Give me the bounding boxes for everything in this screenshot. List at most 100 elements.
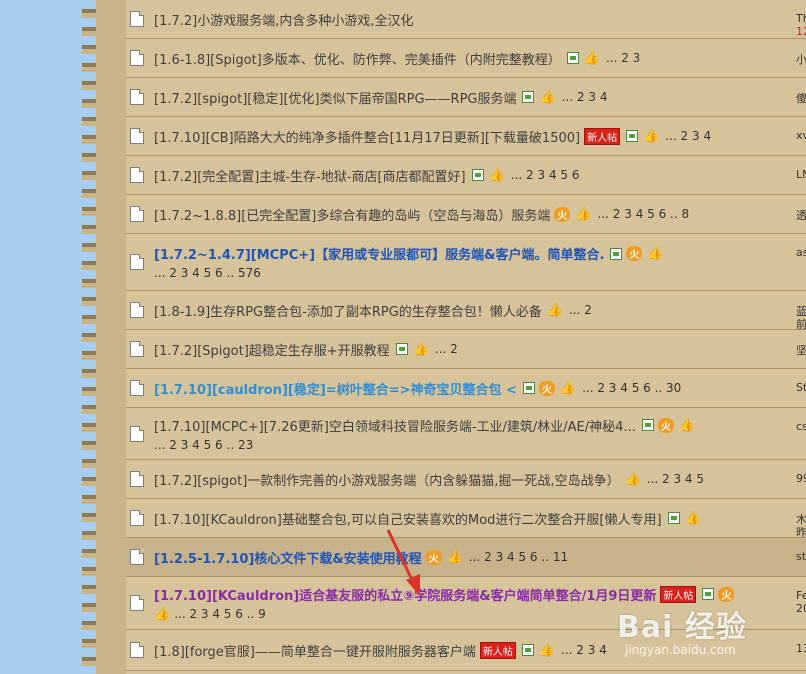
thread-title-link[interactable]: [1.7.10][KCauldron]基础整合包,可以自己安装喜欢的Mod进行二… (154, 509, 662, 528)
thread-title-link[interactable]: [1.8-1.9]生存RPG整合包-添加了副本RPG的生存整合包！懒人必备 (154, 301, 542, 320)
thread-title-link[interactable]: [1.7.2~1.8.8][已完全配置]多综合有趣的岛屿（空岛与海岛）服务端 (154, 205, 550, 224)
thread-document-icon (130, 425, 144, 442)
thread-content: [1.2.5-1.7.10]核心文件下载&安装使用教程火 👍 ... 2 3 4 5… (154, 548, 806, 567)
page-links[interactable]: ... 2 3 4 5 6 .. 30 (582, 381, 681, 395)
thread-title-link[interactable]: [1.7.2][spigot]一款制作完善的小游戏服务端（内含躲猫猫,掘一死战,… (154, 470, 620, 489)
thread-title-link[interactable]: [1.7.10][CB]陌路大大的纯净多插件整合[11月17日更新][下载量破1… (154, 127, 580, 146)
thread-content: [1.7.10][CB]陌路大大的纯净多插件整合[11月17日更新][下载量破1… (154, 127, 806, 146)
thread-line: [1.7.10][MCPC+][7.26更新]空白领域科技冒险服务端-工业/建筑… (154, 416, 806, 435)
page-links[interactable]: ... 2 3 4 (562, 90, 608, 104)
page-links-text[interactable]: ... 2 3 4 5 6 .. 9 (174, 607, 266, 621)
page-links[interactable]: ... 2 3 4 5 6 .. 576 (154, 266, 806, 280)
thread-title-link[interactable]: [1.7.10][MCPC+][7.26更新]空白领域科技冒险服务端-工业/建筑… (154, 416, 636, 435)
author-column: Th12小傻xvLN透as蓝前坚Stcs99木昨stFe2013 (796, 0, 806, 674)
page-links[interactable]: ... 2 3 4 5 6 .. 23 (154, 438, 806, 452)
post-date: 20 (796, 602, 806, 615)
thread-document-icon (130, 167, 144, 183)
post-date: 12 (796, 25, 806, 38)
page-links[interactable]: 👍... 2 3 4 5 6 .. 9 (154, 607, 806, 622)
thread-row[interactable]: [1.7.2]小游戏服务端,内含多种小游戏,全汉化 (126, 0, 806, 39)
author-name[interactable]: st (796, 550, 806, 563)
author-name[interactable]: 小 (796, 51, 806, 67)
thread-line: [1.7.2][Spigot]超稳定生存服+开服教程 👍 ... 2 (154, 340, 806, 359)
page-links[interactable]: ... 2 3 4 (665, 129, 711, 143)
thread-title-link[interactable]: [1.6-1.8][Spigot]多版本、优化、防作弊、完美插件（内附完整教程） (154, 49, 561, 68)
thread-row[interactable]: [1.7.2][spigot][稳定][优化]类似下届帝国RPG——RPG服务端… (126, 78, 806, 117)
thread-row[interactable]: [1.7.2][spigot]一款制作完善的小游戏服务端（内含躲猫猫,掘一死战,… (126, 460, 806, 499)
thread-row[interactable]: [1.7.2~1.4.7][MCPC+]【家用或专业服都可】服务端&客户端。简单… (126, 234, 806, 291)
thread-list: [1.7.2]小游戏服务端,内含多种小游戏,全汉化 [1.6-1.8][Spigo… (126, 0, 806, 674)
thread-row[interactable]: [1.7.10][KCauldron]适合基友服的私立⑨学院服务端&客户端简单整… (126, 577, 806, 630)
image-attachment-icon (641, 419, 654, 431)
page-links[interactable]: ... 2 3 4 5 6 .. 8 (598, 207, 690, 221)
new-post-badge: 新人帖 (584, 127, 621, 145)
thread-document-icon (130, 341, 144, 357)
thread-title-link[interactable]: [1.7.2~1.4.7][MCPC+]【家用或专业服都可】服务端&客户端。简单… (154, 244, 604, 263)
author-name[interactable]: LN (796, 168, 806, 181)
author-name[interactable]: as (796, 246, 806, 259)
page-links-text[interactable]: ... 2 3 4 5 6 .. 23 (154, 438, 253, 452)
thread-row[interactable]: [1.7.10][MCPC+][7.26更新]空白领域科技冒险服务端-工业/建筑… (126, 408, 806, 460)
thread-row[interactable]: [1.8-1.9]生存RPG整合包-添加了副本RPG的生存整合包！懒人必备 👍..… (126, 291, 806, 330)
page-links[interactable]: ... 2 3 4 5 6 (511, 168, 580, 182)
post-date: 前 (796, 318, 806, 331)
image-attachment-icon (626, 130, 639, 142)
hot-topic-icon: 火 (554, 206, 571, 222)
thread-line: [1.8-1.9]生存RPG整合包-添加了副本RPG的生存整合包！懒人必备 👍..… (154, 301, 806, 320)
page-links[interactable]: ... 2 (569, 303, 592, 317)
thread-title-link[interactable]: [1.7.2][spigot][稳定][优化]类似下届帝国RPG——RPG服务端 (154, 88, 516, 107)
thread-row[interactable]: [1.2.5-1.7.10]核心文件下载&安装使用教程火 👍 ... 2 3 4 5… (126, 538, 806, 577)
thread-line: [1.7.10][cauldron][稳定]=树叶整合=>神奇宝贝整合包 < 火 👍… (154, 379, 806, 398)
author-name[interactable]: Fe (796, 589, 806, 602)
page-links[interactable]: ... 2 3 (606, 51, 640, 65)
image-attachment-icon (610, 247, 623, 260)
thread-title-link[interactable]: [1.2.5-1.7.10]核心文件下载&安装使用教程 (154, 548, 422, 567)
author-name[interactable]: xv (796, 129, 806, 142)
author-name[interactable]: 透 (796, 207, 806, 223)
thread-content: [1.7.2~1.4.7][MCPC+]【家用或专业服都可】服务端&客户端。简单… (154, 244, 806, 280)
author-name[interactable]: 99 (796, 472, 806, 485)
thread-row[interactable]: [1.7.10][cauldron][稳定]=树叶整合=>神奇宝贝整合包 < 火 👍… (126, 369, 806, 408)
page-links[interactable]: ... 2 3 4 5 6 .. 11 (469, 550, 568, 564)
thread-title-link[interactable]: [1.7.2][完全配置]主城-生存-地狱-商店[商店都配置好] (154, 166, 466, 185)
image-attachment-icon (667, 512, 680, 524)
thread-line: [1.7.2][完全配置]主城-生存-地狱-商店[商店都配置好] 👍 ... 2 3… (154, 166, 806, 185)
thread-row[interactable]: [1.7.10][KCauldron]基础整合包,可以自己安装喜欢的Mod进行二… (126, 499, 806, 538)
thread-title-link[interactable]: [1.8][forge官服]——简单整合一键开服附服务器客户端 (154, 641, 476, 660)
thread-line: [1.7.2][spigot]一款制作完善的小游戏服务端（内含躲猫猫,掘一死战,… (154, 470, 806, 489)
hot-topic-icon: 火 (626, 246, 643, 261)
thread-content: [1.7.10][KCauldron]适合基友服的私立⑨学院服务端&客户端简单整… (154, 585, 806, 622)
author-name[interactable]: St (796, 381, 806, 394)
page-links-text[interactable]: ... 2 3 4 5 6 .. 576 (154, 266, 261, 280)
author-name[interactable]: 傻 (796, 90, 806, 106)
hot-topic-icon: 火 (657, 417, 674, 433)
image-attachment-icon (395, 343, 408, 355)
thread-document-icon (130, 50, 144, 66)
thread-row[interactable]: [1.7.2~1.8.8][已完全配置]多综合有趣的岛屿（空岛与海岛）服务端火 👍… (126, 195, 806, 234)
thread-row[interactable]: [1.8][forge官服]——简单整合一键开服附服务器客户端 新人帖 👍 ... 2… (126, 630, 806, 671)
thumbs-up-icon: 👍 (546, 302, 563, 318)
image-attachment-icon (522, 382, 535, 394)
thread-line: [1.7.10][CB]陌路大大的纯净多插件整合[11月17日更新][下载量破1… (154, 127, 806, 146)
thread-document-icon (130, 128, 144, 144)
page-links[interactable]: ... 2 3 4 5 (647, 472, 704, 486)
page-links[interactable]: ... 2 (435, 342, 458, 356)
thread-row[interactable]: [1.6-1.8][Spigot]多版本、优化、防作弊、完美插件（内附完整教程）… (126, 39, 806, 78)
thumbs-up-icon: 👍 (559, 380, 577, 396)
new-post-badge: 新人帖 (660, 585, 697, 603)
thread-title-link[interactable]: [1.7.2]小游戏服务端,内含多种小游戏,全汉化 (154, 10, 414, 29)
thread-row[interactable]: [1.7.2][完全配置]主城-生存-地狱-商店[商店都配置好] 👍 ... 2 3… (126, 156, 806, 195)
thread-title-link[interactable]: [1.7.10][cauldron][稳定]=树叶整合=>神奇宝贝整合包 < (154, 379, 517, 398)
thumbs-up-icon: 👍 (154, 606, 171, 622)
thread-row[interactable]: [1.7.10][CB]陌路大大的纯净多插件整合[11月17日更新][下载量破1… (126, 117, 806, 156)
author-name[interactable]: Th (796, 12, 806, 25)
thread-content: [1.7.2~1.8.8][已完全配置]多综合有趣的岛屿（空岛与海岛）服务端火 👍… (154, 205, 806, 224)
page-links[interactable]: ... 2 3 4 (561, 643, 607, 657)
thread-row[interactable]: [1.7.2][Spigot]超稳定生存服+开服教程 👍 ... 2 (126, 330, 806, 369)
author-name[interactable]: 坚 (796, 342, 806, 358)
hot-topic-icon: 火 (718, 586, 735, 602)
thread-title-link[interactable]: [1.7.2][Spigot]超稳定生存服+开服教程 (154, 340, 390, 359)
author-name[interactable]: cs (796, 420, 806, 433)
author-name[interactable]: 13 (796, 642, 806, 655)
thread-document-icon (130, 302, 144, 318)
